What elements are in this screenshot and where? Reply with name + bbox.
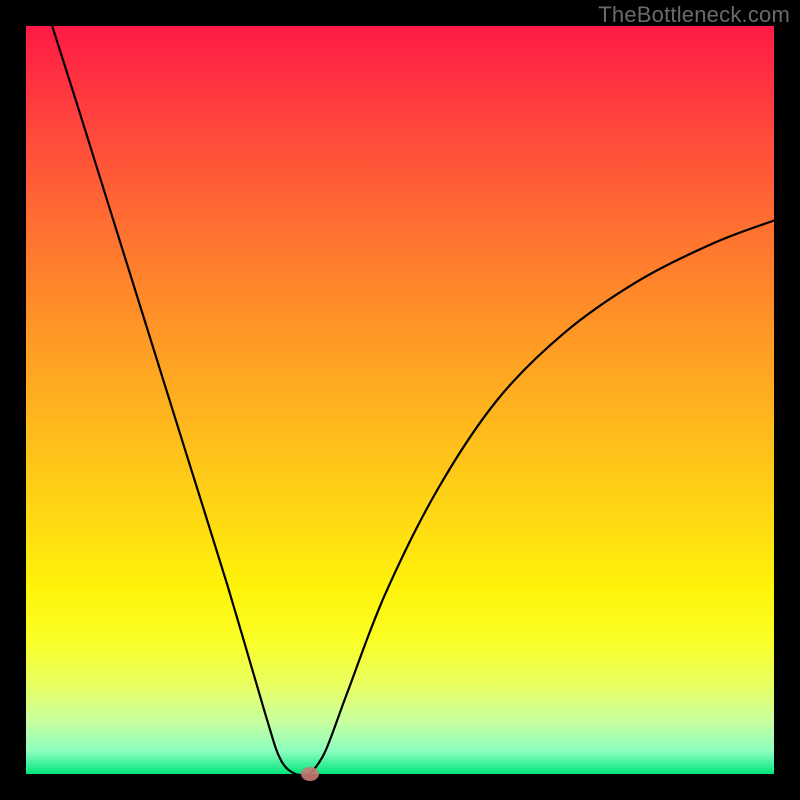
- chart-area: [26, 26, 774, 774]
- curve-plot: [26, 26, 774, 774]
- curve-left: [52, 26, 310, 774]
- watermark-text: TheBottleneck.com: [598, 2, 790, 28]
- optimum-marker: [301, 767, 319, 781]
- curve-right: [310, 220, 774, 774]
